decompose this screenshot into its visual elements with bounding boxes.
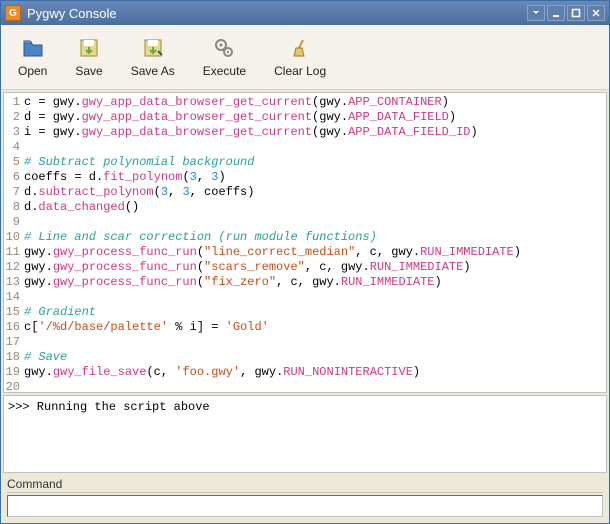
save-icon: [77, 36, 101, 60]
line-number: 11: [4, 245, 24, 260]
code-line[interactable]: 18# Save: [4, 350, 606, 365]
open-label: Open: [18, 64, 47, 78]
execute-button[interactable]: Execute: [190, 31, 259, 83]
code-text: d = gwy.gwy_app_data_browser_get_current…: [24, 110, 606, 125]
code-line[interactable]: 4: [4, 140, 606, 155]
code-text: d.data_changed(): [24, 200, 606, 215]
code-line[interactable]: 5# Subtract polynomial background: [4, 155, 606, 170]
toolbar: Open Save Save As Execute Clear Log: [1, 25, 609, 90]
code-line[interactable]: 13gwy.gwy_process_func_run("fix_zero", c…: [4, 275, 606, 290]
code-text: [24, 215, 606, 230]
line-number: 8: [4, 200, 24, 215]
code-line[interactable]: 3i = gwy.gwy_app_data_browser_get_curren…: [4, 125, 606, 140]
code-text: # Line and scar correction (run module f…: [24, 230, 606, 245]
code-line[interactable]: 12gwy.gwy_process_func_run("scars_remove…: [4, 260, 606, 275]
line-number: 1: [4, 95, 24, 110]
gears-icon: [212, 36, 236, 60]
line-number: 7: [4, 185, 24, 200]
code-line[interactable]: 15# Gradient: [4, 305, 606, 320]
open-folder-icon: [21, 36, 45, 60]
window-title: Pygwy Console: [27, 6, 525, 21]
save-label: Save: [75, 64, 102, 78]
line-number: 14: [4, 290, 24, 305]
code-line[interactable]: 10# Line and scar correction (run module…: [4, 230, 606, 245]
app-icon: G: [5, 5, 21, 21]
code-text: # Subtract polynomial background: [24, 155, 606, 170]
code-line[interactable]: 19gwy.gwy_file_save(c, 'foo.gwy', gwy.RU…: [4, 365, 606, 380]
save-as-button[interactable]: Save As: [118, 31, 188, 83]
open-button[interactable]: Open: [5, 31, 60, 83]
command-input[interactable]: [7, 495, 603, 517]
line-number: 16: [4, 320, 24, 335]
code-line[interactable]: 17: [4, 335, 606, 350]
code-line[interactable]: 11gwy.gwy_process_func_run("line_correct…: [4, 245, 606, 260]
code-text: # Save: [24, 350, 606, 365]
line-number: 18: [4, 350, 24, 365]
command-label: Command: [7, 477, 603, 493]
line-number: 12: [4, 260, 24, 275]
code-text: coeffs = d.fit_polynom(3, 3): [24, 170, 606, 185]
code-line[interactable]: 7d.subtract_polynom(3, 3, coeffs): [4, 185, 606, 200]
code-line[interactable]: 20: [4, 380, 606, 393]
maximize-button[interactable]: [567, 5, 585, 21]
line-number: 17: [4, 335, 24, 350]
line-number: 6: [4, 170, 24, 185]
line-number: 19: [4, 365, 24, 380]
code-text: gwy.gwy_process_func_run("scars_remove",…: [24, 260, 606, 275]
clear-log-button[interactable]: Clear Log: [261, 31, 339, 83]
code-text: c['/%d/base/palette' % i] = 'Gold': [24, 320, 606, 335]
code-text: c = gwy.gwy_app_data_browser_get_current…: [24, 95, 606, 110]
line-number: 3: [4, 125, 24, 140]
context-help-button[interactable]: [527, 5, 545, 21]
save-as-label: Save As: [131, 64, 175, 78]
close-button[interactable]: [587, 5, 605, 21]
code-text: gwy.gwy_file_save(c, 'foo.gwy', gwy.RUN_…: [24, 365, 606, 380]
code-line[interactable]: 6coeffs = d.fit_polynom(3, 3): [4, 170, 606, 185]
save-as-icon: [141, 36, 165, 60]
code-text: # Gradient: [24, 305, 606, 320]
line-number: 4: [4, 140, 24, 155]
code-text: [24, 380, 606, 393]
code-text: [24, 290, 606, 305]
clear-log-label: Clear Log: [274, 64, 326, 78]
code-line[interactable]: 2d = gwy.gwy_app_data_browser_get_curren…: [4, 110, 606, 125]
code-text: i = gwy.gwy_app_data_browser_get_current…: [24, 125, 606, 140]
code-line[interactable]: 14: [4, 290, 606, 305]
code-text: gwy.gwy_process_func_run("fix_zero", c, …: [24, 275, 606, 290]
line-number: 20: [4, 380, 24, 393]
code-text: [24, 140, 606, 155]
line-number: 9: [4, 215, 24, 230]
line-number: 10: [4, 230, 24, 245]
code-line[interactable]: 1c = gwy.gwy_app_data_browser_get_curren…: [4, 95, 606, 110]
broom-icon: [288, 36, 312, 60]
code-line[interactable]: 9: [4, 215, 606, 230]
minimize-button[interactable]: [547, 5, 565, 21]
line-number: 15: [4, 305, 24, 320]
titlebar[interactable]: G Pygwy Console: [1, 1, 609, 25]
output-pane[interactable]: >>> Running the script above: [3, 395, 607, 473]
command-section: Command: [1, 475, 609, 523]
code-text: gwy.gwy_process_func_run("line_correct_m…: [24, 245, 606, 260]
window: G Pygwy Console Open Save Save As Execut…: [0, 0, 610, 524]
execute-label: Execute: [203, 64, 246, 78]
code-text: [24, 335, 606, 350]
code-line[interactable]: 8d.data_changed(): [4, 200, 606, 215]
line-number: 5: [4, 155, 24, 170]
output-text: >>> Running the script above: [8, 400, 210, 414]
code-editor[interactable]: 1c = gwy.gwy_app_data_browser_get_curren…: [3, 92, 607, 393]
code-text: d.subtract_polynom(3, 3, coeffs): [24, 185, 606, 200]
line-number: 13: [4, 275, 24, 290]
code-line[interactable]: 16c['/%d/base/palette' % i] = 'Gold': [4, 320, 606, 335]
line-number: 2: [4, 110, 24, 125]
save-button[interactable]: Save: [62, 31, 115, 83]
